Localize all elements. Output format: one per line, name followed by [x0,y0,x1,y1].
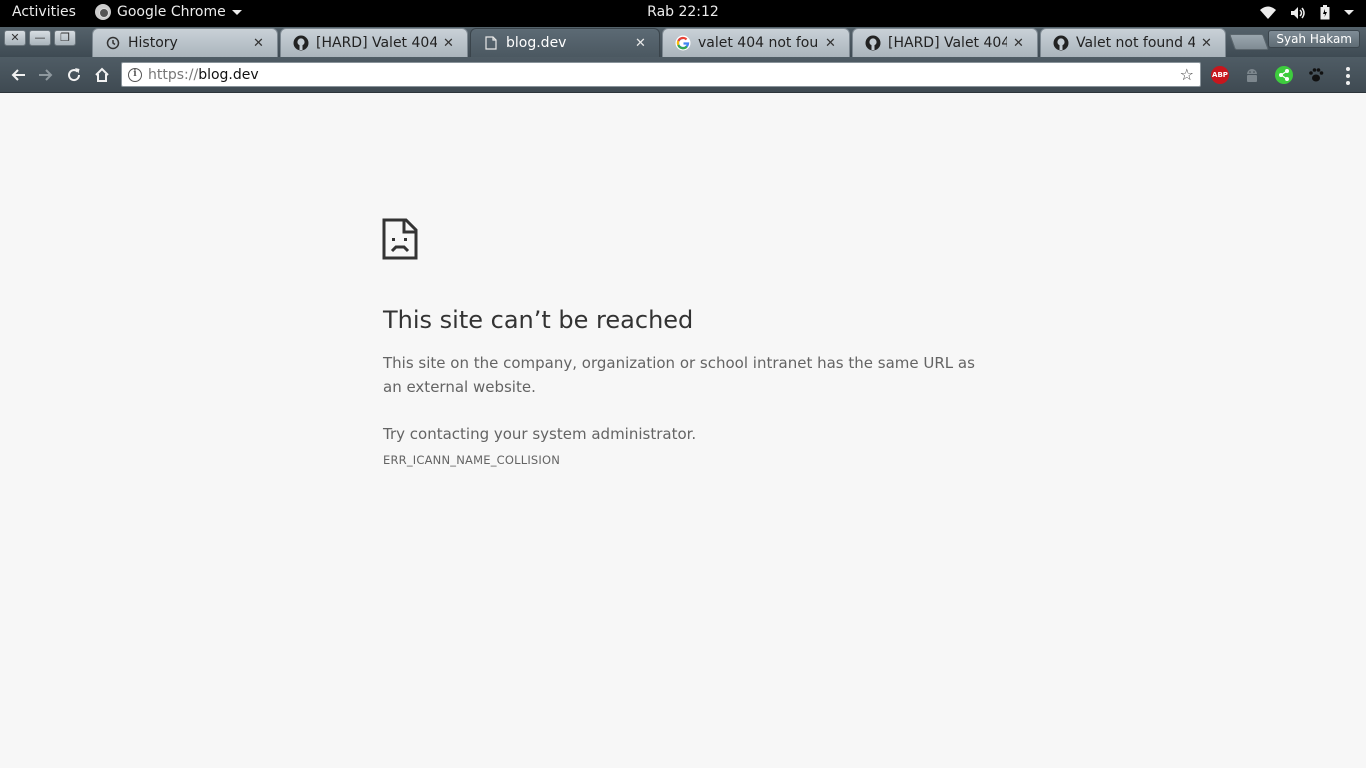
sad-page-icon [382,218,418,260]
chevron-down-icon [231,9,242,15]
arrow-right-icon [39,69,53,81]
wifi-icon [1260,6,1276,19]
profile-button[interactable]: Syah Hakam [1268,30,1360,48]
chrome-menu-icon[interactable] [1343,67,1353,85]
tab-strip: ✕ — ❐ History ✕ [HARD] Valet 404 N ✕ blo… [0,27,1366,57]
chrome-icon [95,4,111,20]
tab-title: [HARD] Valet 404 N [888,35,1007,51]
forward-button[interactable] [35,64,57,86]
info-icon[interactable]: i [128,67,142,82]
tab-title: valet 404 not found [698,35,819,51]
tab-title: History [128,35,178,51]
battery-icon [1320,5,1330,20]
tab-history[interactable]: History ✕ [92,28,278,57]
tab-title: blog.dev [506,35,567,51]
url-host: blog.dev [198,66,259,83]
back-button[interactable] [7,64,29,86]
adblock-plus-icon[interactable]: ABP [1211,66,1229,84]
chevron-down-icon [1344,10,1354,15]
home-icon [95,67,109,82]
volume-icon [1291,6,1305,19]
paw-icon[interactable] [1307,66,1325,84]
close-icon[interactable]: ✕ [1201,36,1215,51]
browser-toolbar: i https://blog.dev ☆ ABP [0,57,1366,93]
tab-github-valet-404-2[interactable]: [HARD] Valet 404 N ✕ [852,28,1038,57]
app-menu[interactable]: Google Chrome [95,4,242,20]
tab-google-search[interactable]: valet 404 not found ✕ [662,28,850,57]
tab-github-valet-not-found[interactable]: Valet not found 40 ✕ [1040,28,1226,57]
android-icon[interactable] [1243,66,1261,84]
close-icon[interactable]: ✕ [1013,36,1027,51]
window-minimize-button[interactable]: — [29,30,51,46]
address-url[interactable]: https://blog.dev [148,67,259,83]
error-headline: This site can’t be reached [383,306,694,334]
window-close-button[interactable]: ✕ [4,30,26,46]
error-description: This site on the company, organization o… [383,354,975,396]
address-bar[interactable]: i https://blog.dev ☆ [121,62,1201,87]
tab-title: [HARD] Valet 404 N [316,35,437,51]
app-menu-label: Google Chrome [117,4,226,20]
tab-title: Valet not found 40 [1076,35,1195,51]
system-status-area[interactable] [1260,5,1354,20]
url-scheme: https:// [148,66,199,83]
gnome-top-bar: Activities Google Chrome Rab 22:12 [0,0,1366,27]
github-icon [1053,35,1069,51]
close-icon[interactable]: ✕ [253,36,267,51]
window-restore-button[interactable]: ❐ [54,30,76,46]
error-code: ERR_ICANN_NAME_COLLISION [383,453,561,467]
home-button[interactable] [91,64,113,86]
google-icon [675,35,691,51]
history-icon [105,35,121,51]
activities-button[interactable]: Activities [12,4,76,20]
close-icon[interactable]: ✕ [635,36,649,51]
reload-button[interactable] [63,64,85,86]
github-icon [293,35,309,51]
error-page: This site can’t be reached This site on … [0,93,1366,768]
error-suggestion: Try contacting your system administrator… [383,425,697,443]
page-icon [483,35,499,51]
tab-github-valet-404[interactable]: [HARD] Valet 404 N ✕ [280,28,468,57]
close-icon[interactable]: ✕ [443,36,457,51]
bookmark-star-icon[interactable]: ☆ [1180,65,1194,84]
arrow-left-icon [11,69,25,81]
github-icon [865,35,881,51]
reload-icon [68,68,81,82]
new-tab-button[interactable] [1229,34,1269,50]
share-icon[interactable] [1275,66,1293,84]
window-controls: ✕ — ❐ [4,30,76,46]
close-icon[interactable]: ✕ [825,36,839,51]
tab-blog-dev[interactable]: blog.dev ✕ [470,28,660,57]
